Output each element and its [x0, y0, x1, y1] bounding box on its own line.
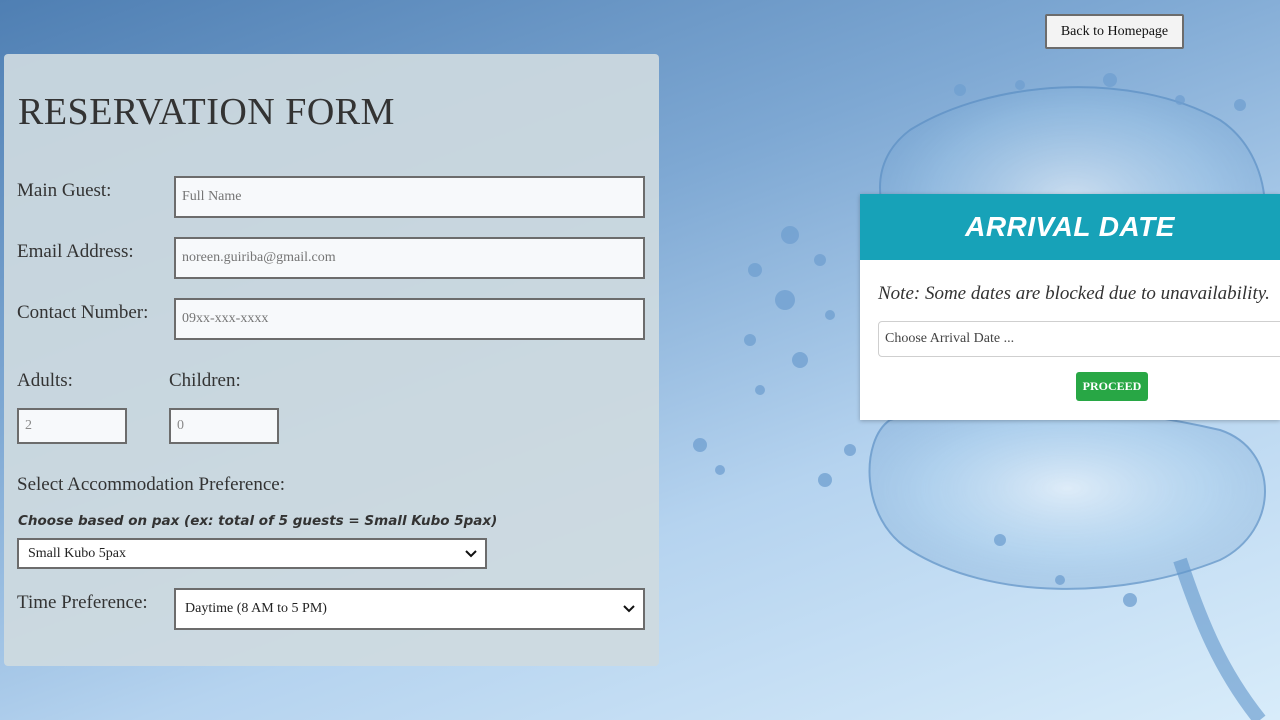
form-title: RESERVATION FORM	[18, 91, 395, 133]
email-input[interactable]	[174, 237, 645, 279]
arrival-date-title: ARRIVAL DATE	[965, 211, 1175, 242]
time-preference-select[interactable]: Daytime (8 AM to 5 PM)	[174, 588, 645, 630]
adults-label: Adults:	[17, 370, 73, 391]
chevron-down-icon	[465, 549, 477, 557]
children-input[interactable]	[169, 408, 279, 444]
accommodation-selected-value: Small Kubo 5pax	[28, 545, 126, 561]
contact-number-input[interactable]	[174, 298, 645, 340]
arrival-date-card: ARRIVAL DATE Note: Some dates are blocke…	[860, 194, 1280, 420]
adults-input[interactable]	[17, 408, 127, 444]
children-label: Children:	[169, 370, 241, 391]
reservation-form-panel: RESERVATION FORM Main Guest: Email Addre…	[4, 54, 659, 666]
arrival-date-header: ARRIVAL DATE	[860, 194, 1280, 260]
accommodation-label: Select Accommodation Preference:	[17, 474, 286, 495]
contact-number-label: Contact Number:	[17, 302, 149, 323]
email-label: Email Address:	[17, 241, 134, 262]
main-guest-input[interactable]	[174, 176, 645, 218]
time-preference-selected-value: Daytime (8 AM to 5 PM)	[185, 601, 327, 616]
proceed-button[interactable]: PROCEED	[1076, 372, 1148, 401]
main-guest-label: Main Guest:	[17, 180, 112, 201]
back-to-homepage-button[interactable]: Back to Homepage	[1045, 14, 1184, 49]
chevron-down-icon	[623, 605, 635, 613]
arrival-date-note: Note: Some dates are blocked due to unav…	[878, 283, 1270, 304]
time-preference-label: Time Preference:	[17, 592, 148, 613]
arrival-date-input[interactable]	[878, 321, 1280, 357]
accommodation-select[interactable]: Small Kubo 5pax	[17, 538, 487, 569]
accommodation-note: Choose based on pax (ex: total of 5 gues…	[18, 513, 498, 529]
